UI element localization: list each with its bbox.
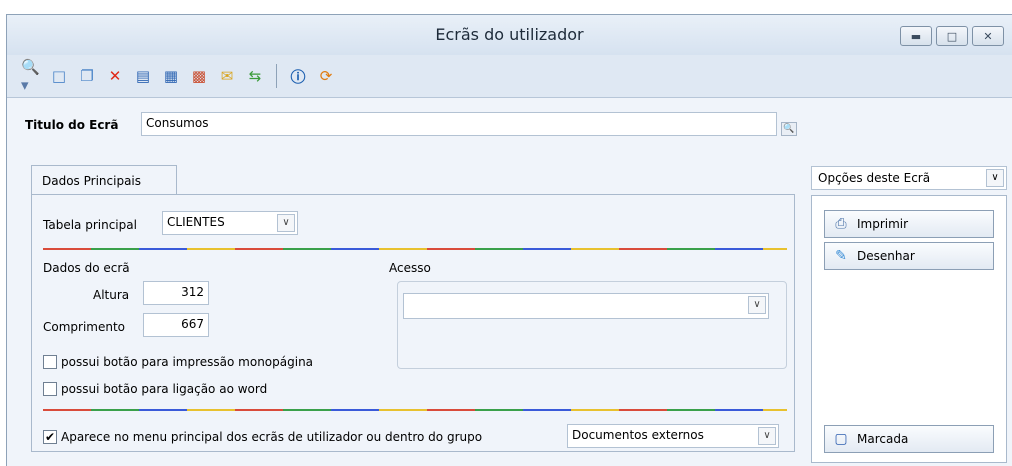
screen-options-select[interactable]: Opções deste Ecrã ∨: [811, 166, 1007, 190]
access-select[interactable]: ∨: [403, 293, 769, 319]
refresh-fields-icon[interactable]: ⇆: [245, 66, 265, 86]
maximize-icon: □: [946, 29, 958, 43]
reload-icon[interactable]: ⟳: [316, 66, 336, 86]
help-icon[interactable]: ⓘ: [288, 66, 308, 86]
screen-title-label: Titulo do Ecrã: [25, 118, 119, 132]
single-page-print-label: possui botão para impressão monopágina: [61, 355, 314, 369]
height-label: Altura: [93, 288, 130, 302]
marked-label: Marcada: [857, 432, 909, 446]
checkbox-box[interactable]: [43, 382, 57, 396]
title-bar: Ecrãs do utilizador ▬ □ ✕: [7, 15, 1012, 55]
access-label: Acesso: [389, 261, 431, 275]
marked-icon: ▢: [834, 431, 848, 447]
draw-label: Desenhar: [857, 249, 915, 263]
close-icon: ✕: [983, 29, 993, 43]
minimize-button[interactable]: ▬: [900, 26, 932, 46]
printer-icon: ⎙: [835, 216, 847, 232]
main-menu-checkbox[interactable]: ✔ Aparece no menu principal dos ecrãs de…: [43, 430, 482, 444]
minimize-icon: ▬: [910, 29, 922, 43]
main-table-value: CLIENTES: [167, 215, 225, 229]
properties-icon[interactable]: ▤: [133, 66, 153, 86]
draw-icon: ✎: [835, 248, 847, 264]
chevron-down-icon[interactable]: ∨: [748, 296, 766, 314]
chevron-down-icon[interactable]: ∨: [986, 169, 1004, 187]
tab-dados-principais[interactable]: Dados Principais: [31, 165, 177, 195]
organize-icon[interactable]: ▩: [189, 66, 209, 86]
main-table-label: Tabela principal: [43, 218, 137, 232]
screen-title-input[interactable]: Consumos: [141, 112, 777, 136]
copy-document-icon[interactable]: ❐: [77, 66, 97, 86]
maximize-button[interactable]: □: [936, 26, 968, 46]
print-label: Imprimir: [857, 217, 909, 231]
print-button[interactable]: ⎙ Imprimir: [824, 210, 994, 238]
main-menu-label: Aparece no menu principal dos ecrãs de u…: [61, 430, 483, 444]
group-select[interactable]: Documentos externos ∨: [567, 424, 779, 448]
main-table-select[interactable]: CLIENTES ∨: [162, 211, 298, 235]
checkbox-box[interactable]: ✔: [43, 430, 57, 444]
screen-options-panel: ⎙ Imprimir ✎ Desenhar ▢ Marcada: [811, 195, 1007, 463]
window-controls: ▬ □ ✕: [900, 26, 1004, 46]
screen-title-search-icon[interactable]: 🔍: [781, 122, 797, 136]
user-screens-window: Ecrãs do utilizador ▬ □ ✕ 🔍▾ □ ❐ ✕ ▤ ▦ ▩…: [6, 14, 1012, 466]
toolbar-separator: [276, 64, 277, 88]
divider: [43, 248, 787, 250]
divider: [43, 409, 787, 411]
toolbar: 🔍▾ □ ❐ ✕ ▤ ▦ ▩ ✉ ⇆ ⓘ ⟳: [7, 57, 1012, 95]
chevron-down-icon[interactable]: ∨: [277, 214, 295, 232]
chevron-down-icon[interactable]: ∨: [758, 427, 776, 445]
word-link-label: possui botão para ligação ao word: [61, 382, 268, 396]
new-document-icon[interactable]: □: [49, 66, 69, 86]
group-value: Documentos externos: [572, 428, 704, 442]
single-page-print-checkbox[interactable]: possui botão para impressão monopágina: [43, 355, 313, 369]
mail-icon[interactable]: ✉: [217, 66, 237, 86]
search-icon[interactable]: 🔍▾: [21, 58, 41, 94]
marked-button[interactable]: ▢ Marcada: [824, 425, 994, 453]
delete-icon[interactable]: ✕: [105, 66, 125, 86]
draw-button[interactable]: ✎ Desenhar: [824, 242, 994, 270]
word-link-checkbox[interactable]: possui botão para ligação ao word: [43, 382, 267, 396]
height-input[interactable]: 312: [143, 281, 209, 305]
checkbox-box[interactable]: [43, 355, 57, 369]
main-content: Titulo do Ecrã Consumos 🔍 Dados Principa…: [7, 97, 1012, 466]
close-button[interactable]: ✕: [972, 26, 1004, 46]
screen-data-label: Dados do ecrã: [43, 261, 130, 275]
table-icon[interactable]: ▦: [161, 66, 181, 86]
window-title: Ecrãs do utilizador: [435, 25, 584, 44]
width-label: Comprimento: [43, 320, 126, 334]
width-input[interactable]: 667: [143, 313, 209, 337]
screen-options-label: Opções deste Ecrã: [818, 171, 931, 185]
